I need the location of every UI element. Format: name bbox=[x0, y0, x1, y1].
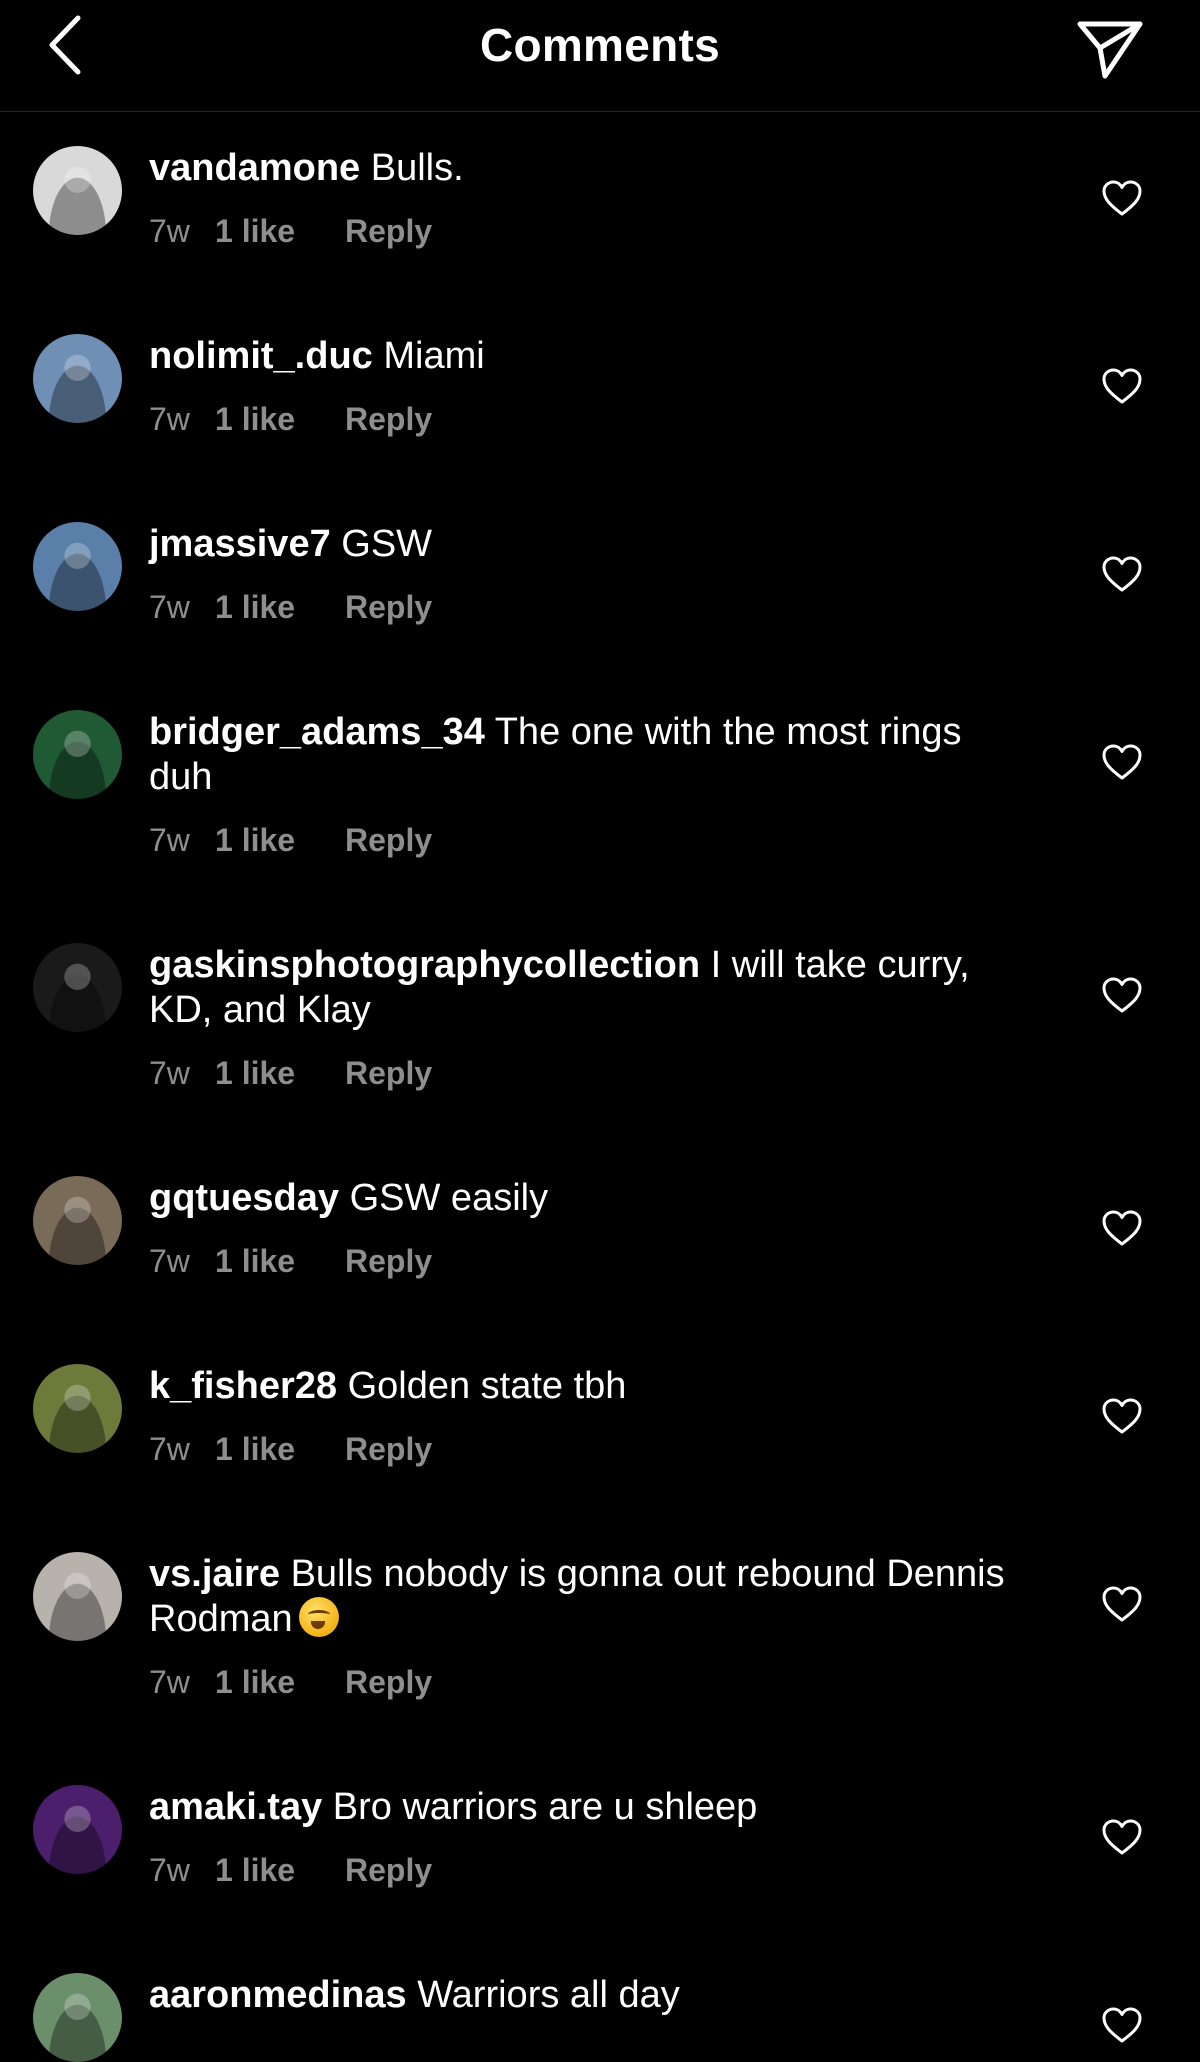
top-bar: Comments bbox=[0, 0, 1200, 112]
like-button[interactable] bbox=[1100, 1817, 1144, 1857]
avatar[interactable] bbox=[33, 943, 122, 1032]
comment-time: 7w bbox=[149, 1055, 190, 1091]
comment-content: Bulls. bbox=[370, 147, 464, 189]
heart-outline-icon bbox=[1102, 1210, 1142, 1246]
heart-outline-icon bbox=[1102, 556, 1142, 592]
comment-likes-link[interactable]: 1 like bbox=[215, 1429, 345, 1469]
like-button[interactable] bbox=[1100, 178, 1144, 218]
comment-username[interactable]: vs.jaire bbox=[149, 1553, 280, 1595]
avatar[interactable] bbox=[33, 1364, 122, 1453]
comment-content: Bro warriors are u shleep bbox=[332, 1786, 758, 1828]
comment-meta: 7w 1 like Reply bbox=[149, 1429, 1029, 1469]
like-button[interactable] bbox=[1100, 975, 1144, 1015]
comment-time: 7w bbox=[149, 213, 190, 249]
avatar[interactable] bbox=[33, 1552, 122, 1641]
send-icon bbox=[1077, 21, 1143, 79]
reply-button[interactable]: Reply bbox=[345, 399, 432, 439]
comment-text: gaskinsphotographycollection I will take… bbox=[149, 943, 1029, 1033]
reply-button[interactable]: Reply bbox=[345, 1053, 432, 1093]
avatar[interactable] bbox=[33, 146, 122, 235]
comment-username[interactable]: amaki.tay bbox=[149, 1786, 322, 1828]
avatar[interactable] bbox=[33, 334, 122, 423]
comment-content: Golden state tbh bbox=[347, 1365, 627, 1407]
like-button[interactable] bbox=[1100, 1396, 1144, 1436]
comment-username[interactable]: gaskinsphotographycollection bbox=[149, 944, 700, 986]
comment-likes-link[interactable]: 1 like bbox=[215, 587, 345, 627]
comment-text: jmassive7 GSW bbox=[149, 522, 1029, 567]
like-button[interactable] bbox=[1100, 1208, 1144, 1248]
comment-time: 7w bbox=[149, 589, 190, 625]
comment-username[interactable]: vandamone bbox=[149, 147, 360, 189]
comment-likes-link[interactable]: 1 like bbox=[215, 211, 345, 251]
comment-text: aaronmedinas Warriors all day bbox=[149, 1973, 1029, 2018]
like-button[interactable] bbox=[1100, 2005, 1144, 2045]
comment-meta: 7w 1 like Reply bbox=[149, 1241, 1029, 1281]
reply-button[interactable]: Reply bbox=[345, 587, 432, 627]
heart-outline-icon bbox=[1102, 744, 1142, 780]
comment-text: nolimit_.duc Miami bbox=[149, 334, 1029, 379]
comment-likes-link[interactable]: 1 like bbox=[215, 1241, 345, 1281]
comment-text: bridger_adams_34 The one with the most r… bbox=[149, 710, 1029, 800]
like-button[interactable] bbox=[1100, 1584, 1144, 1624]
comment-meta: 7w 1 like Reply bbox=[149, 820, 1029, 860]
comment-content: GSW bbox=[341, 523, 433, 565]
comment-likes-link[interactable]: 1 like bbox=[215, 1053, 345, 1093]
avatar[interactable] bbox=[33, 710, 122, 799]
avatar[interactable] bbox=[33, 1785, 122, 1874]
reply-button[interactable]: Reply bbox=[345, 1662, 432, 1702]
comment-text: amaki.tay Bro warriors are u shleep bbox=[149, 1785, 1029, 1830]
reply-button[interactable]: Reply bbox=[345, 1429, 432, 1469]
like-button[interactable] bbox=[1100, 742, 1144, 782]
avatar[interactable] bbox=[33, 1973, 122, 2062]
avatar[interactable] bbox=[33, 522, 122, 611]
comment-meta: 7w 1 like Reply bbox=[149, 1662, 1029, 1702]
comment-time: 7w bbox=[149, 1431, 190, 1467]
comment-meta: 7w 1 like Reply bbox=[149, 399, 1029, 439]
page-title: Comments bbox=[479, 19, 721, 71]
comment-likes-link[interactable]: 1 like bbox=[215, 399, 345, 439]
comment-time: 7w bbox=[149, 1243, 190, 1279]
like-button[interactable] bbox=[1100, 366, 1144, 406]
comment-likes-link[interactable]: 1 like bbox=[215, 1850, 345, 1890]
comment-text: gqtuesday GSW easily bbox=[149, 1176, 1029, 1221]
reply-button[interactable]: Reply bbox=[345, 1850, 432, 1890]
comment-username[interactable]: aaronmedinas bbox=[149, 1974, 407, 2016]
heart-outline-icon bbox=[1102, 1398, 1142, 1434]
comment-username[interactable]: gqtuesday bbox=[149, 1177, 339, 1219]
comment-content: Warriors all day bbox=[417, 1974, 680, 2016]
heart-outline-icon bbox=[1102, 180, 1142, 216]
reply-button[interactable]: Reply bbox=[345, 1241, 432, 1281]
comment-meta: 7w 1 like Reply bbox=[149, 211, 1029, 251]
reply-button[interactable]: Reply bbox=[345, 820, 432, 860]
comment-likes-link[interactable]: 1 like bbox=[215, 820, 345, 860]
share-button[interactable] bbox=[1072, 14, 1148, 84]
reply-button[interactable]: Reply bbox=[345, 211, 432, 251]
comment-username[interactable]: k_fisher28 bbox=[149, 1365, 337, 1407]
comment-username[interactable]: bridger_adams_34 bbox=[149, 711, 485, 753]
comment-content: GSW easily bbox=[349, 1177, 549, 1219]
heart-outline-icon bbox=[1102, 977, 1142, 1013]
comment-meta: 7w 1 like Reply bbox=[149, 587, 1029, 627]
comment-likes-link[interactable]: 1 like bbox=[215, 1662, 345, 1702]
heart-outline-icon bbox=[1102, 1819, 1142, 1855]
comment-time: 7w bbox=[149, 822, 190, 858]
comment-text: k_fisher28 Golden state tbh bbox=[149, 1364, 1029, 1409]
avatar[interactable] bbox=[33, 1176, 122, 1265]
comment-time: 7w bbox=[149, 401, 190, 437]
heart-outline-icon bbox=[1102, 1586, 1142, 1622]
comment-content: Miami bbox=[383, 335, 485, 377]
comment-text: vandamone Bulls. bbox=[149, 146, 1029, 191]
comment-time: 7w bbox=[149, 1852, 190, 1888]
comment-meta: 7w 1 like Reply bbox=[149, 1850, 1029, 1890]
like-button[interactable] bbox=[1100, 554, 1144, 594]
comment-username[interactable]: nolimit_.duc bbox=[149, 335, 373, 377]
comment-meta: 7w 1 like Reply bbox=[149, 1053, 1029, 1093]
comment-text: vs.jaire Bulls nobody is gonna out rebou… bbox=[149, 1552, 1029, 1642]
heart-outline-icon bbox=[1102, 2007, 1142, 2043]
comment-username[interactable]: jmassive7 bbox=[149, 523, 331, 565]
comment-time: 7w bbox=[149, 1664, 190, 1700]
heart-outline-icon bbox=[1102, 368, 1142, 404]
yawning-face-emoji-icon bbox=[298, 1597, 339, 1637]
